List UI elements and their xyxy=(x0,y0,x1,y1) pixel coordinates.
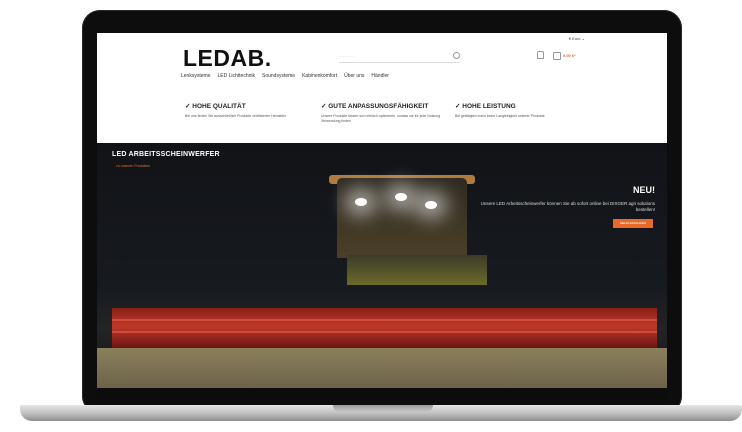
learn-more-button[interactable]: MEHR ERFAHREN xyxy=(613,219,653,228)
laptop-notch xyxy=(333,405,433,412)
main-navigation: Lenksysteme LED Lichttechnik Soundsystem… xyxy=(181,73,389,79)
harvester-cab xyxy=(337,178,467,258)
feature-adaptability: ✓ GUTE ANPASSUNGSFÄHIGKEIT Unsere Produk… xyxy=(321,102,451,123)
search-icon[interactable] xyxy=(453,52,460,59)
reel-bar xyxy=(112,331,657,333)
hero-promo-text: Unsere LED Arbeitsscheinwerfer können Si… xyxy=(480,201,655,212)
feature-title: ✓ GUTE ANPASSUNGSFÄHIGKEIT xyxy=(321,103,429,110)
feature-strip: ✓ HOHE QUALITÄT Bei uns finden Sie aussc… xyxy=(185,102,605,126)
feature-title: ✓ HOHE LEISTUNG xyxy=(455,103,516,110)
work-light xyxy=(425,201,437,209)
nav-item-ueber-uns[interactable]: Über uns xyxy=(344,73,364,79)
nav-item-soundsysteme[interactable]: Soundsysteme xyxy=(262,73,295,79)
feature-quality: ✓ HOHE QUALITÄT Bei uns finden Sie aussc… xyxy=(185,102,315,119)
feature-text: Bei uns finden Sie ausschließlich Produk… xyxy=(185,114,287,118)
nav-item-kabinenkomfort[interactable]: Kabinenkomfort xyxy=(302,73,337,79)
hero-title: LED ARBEITSSCHEINWERFER xyxy=(112,151,220,158)
cart-icon[interactable] xyxy=(553,52,561,60)
work-light xyxy=(395,193,407,201)
feature-text: Unsere Produkte lassen sich einfach opti… xyxy=(321,114,441,123)
new-badge: NEU! xyxy=(633,185,655,195)
hero-banner: LED ARBEITSSCHEINWERFER zu unseren Produ… xyxy=(97,143,667,408)
wheat-field xyxy=(97,348,667,388)
feature-text: Bei getätigtem kann keine Langlebigkeit … xyxy=(455,114,545,118)
browser-viewport: € Euro ⌄ LEDAB. ………… 0,00 €* Lenksysteme… xyxy=(97,33,667,408)
nav-item-led-lichttechnik[interactable]: LED Lichttechnik xyxy=(217,73,255,79)
work-light xyxy=(355,198,367,206)
nav-item-haendler[interactable]: Händler xyxy=(371,73,389,79)
site-logo[interactable]: LEDAB. xyxy=(183,45,272,72)
feature-title: ✓ HOHE QUALITÄT xyxy=(185,103,246,110)
harvester-header xyxy=(112,308,657,348)
hero-products-link[interactable]: zu unseren Produkten xyxy=(116,164,150,168)
nav-item-lenksysteme[interactable]: Lenksysteme xyxy=(181,73,210,79)
currency-switcher[interactable]: € Euro ⌄ xyxy=(569,36,585,41)
cart-total[interactable]: 0,00 €* xyxy=(563,53,576,58)
search-input[interactable]: ………… xyxy=(339,53,459,63)
account-icon[interactable] xyxy=(537,51,544,59)
feature-performance: ✓ HOHE LEISTUNG Bei getätigtem kann kein… xyxy=(455,102,585,119)
harvester-body xyxy=(347,255,487,285)
reel-bar xyxy=(112,319,657,321)
